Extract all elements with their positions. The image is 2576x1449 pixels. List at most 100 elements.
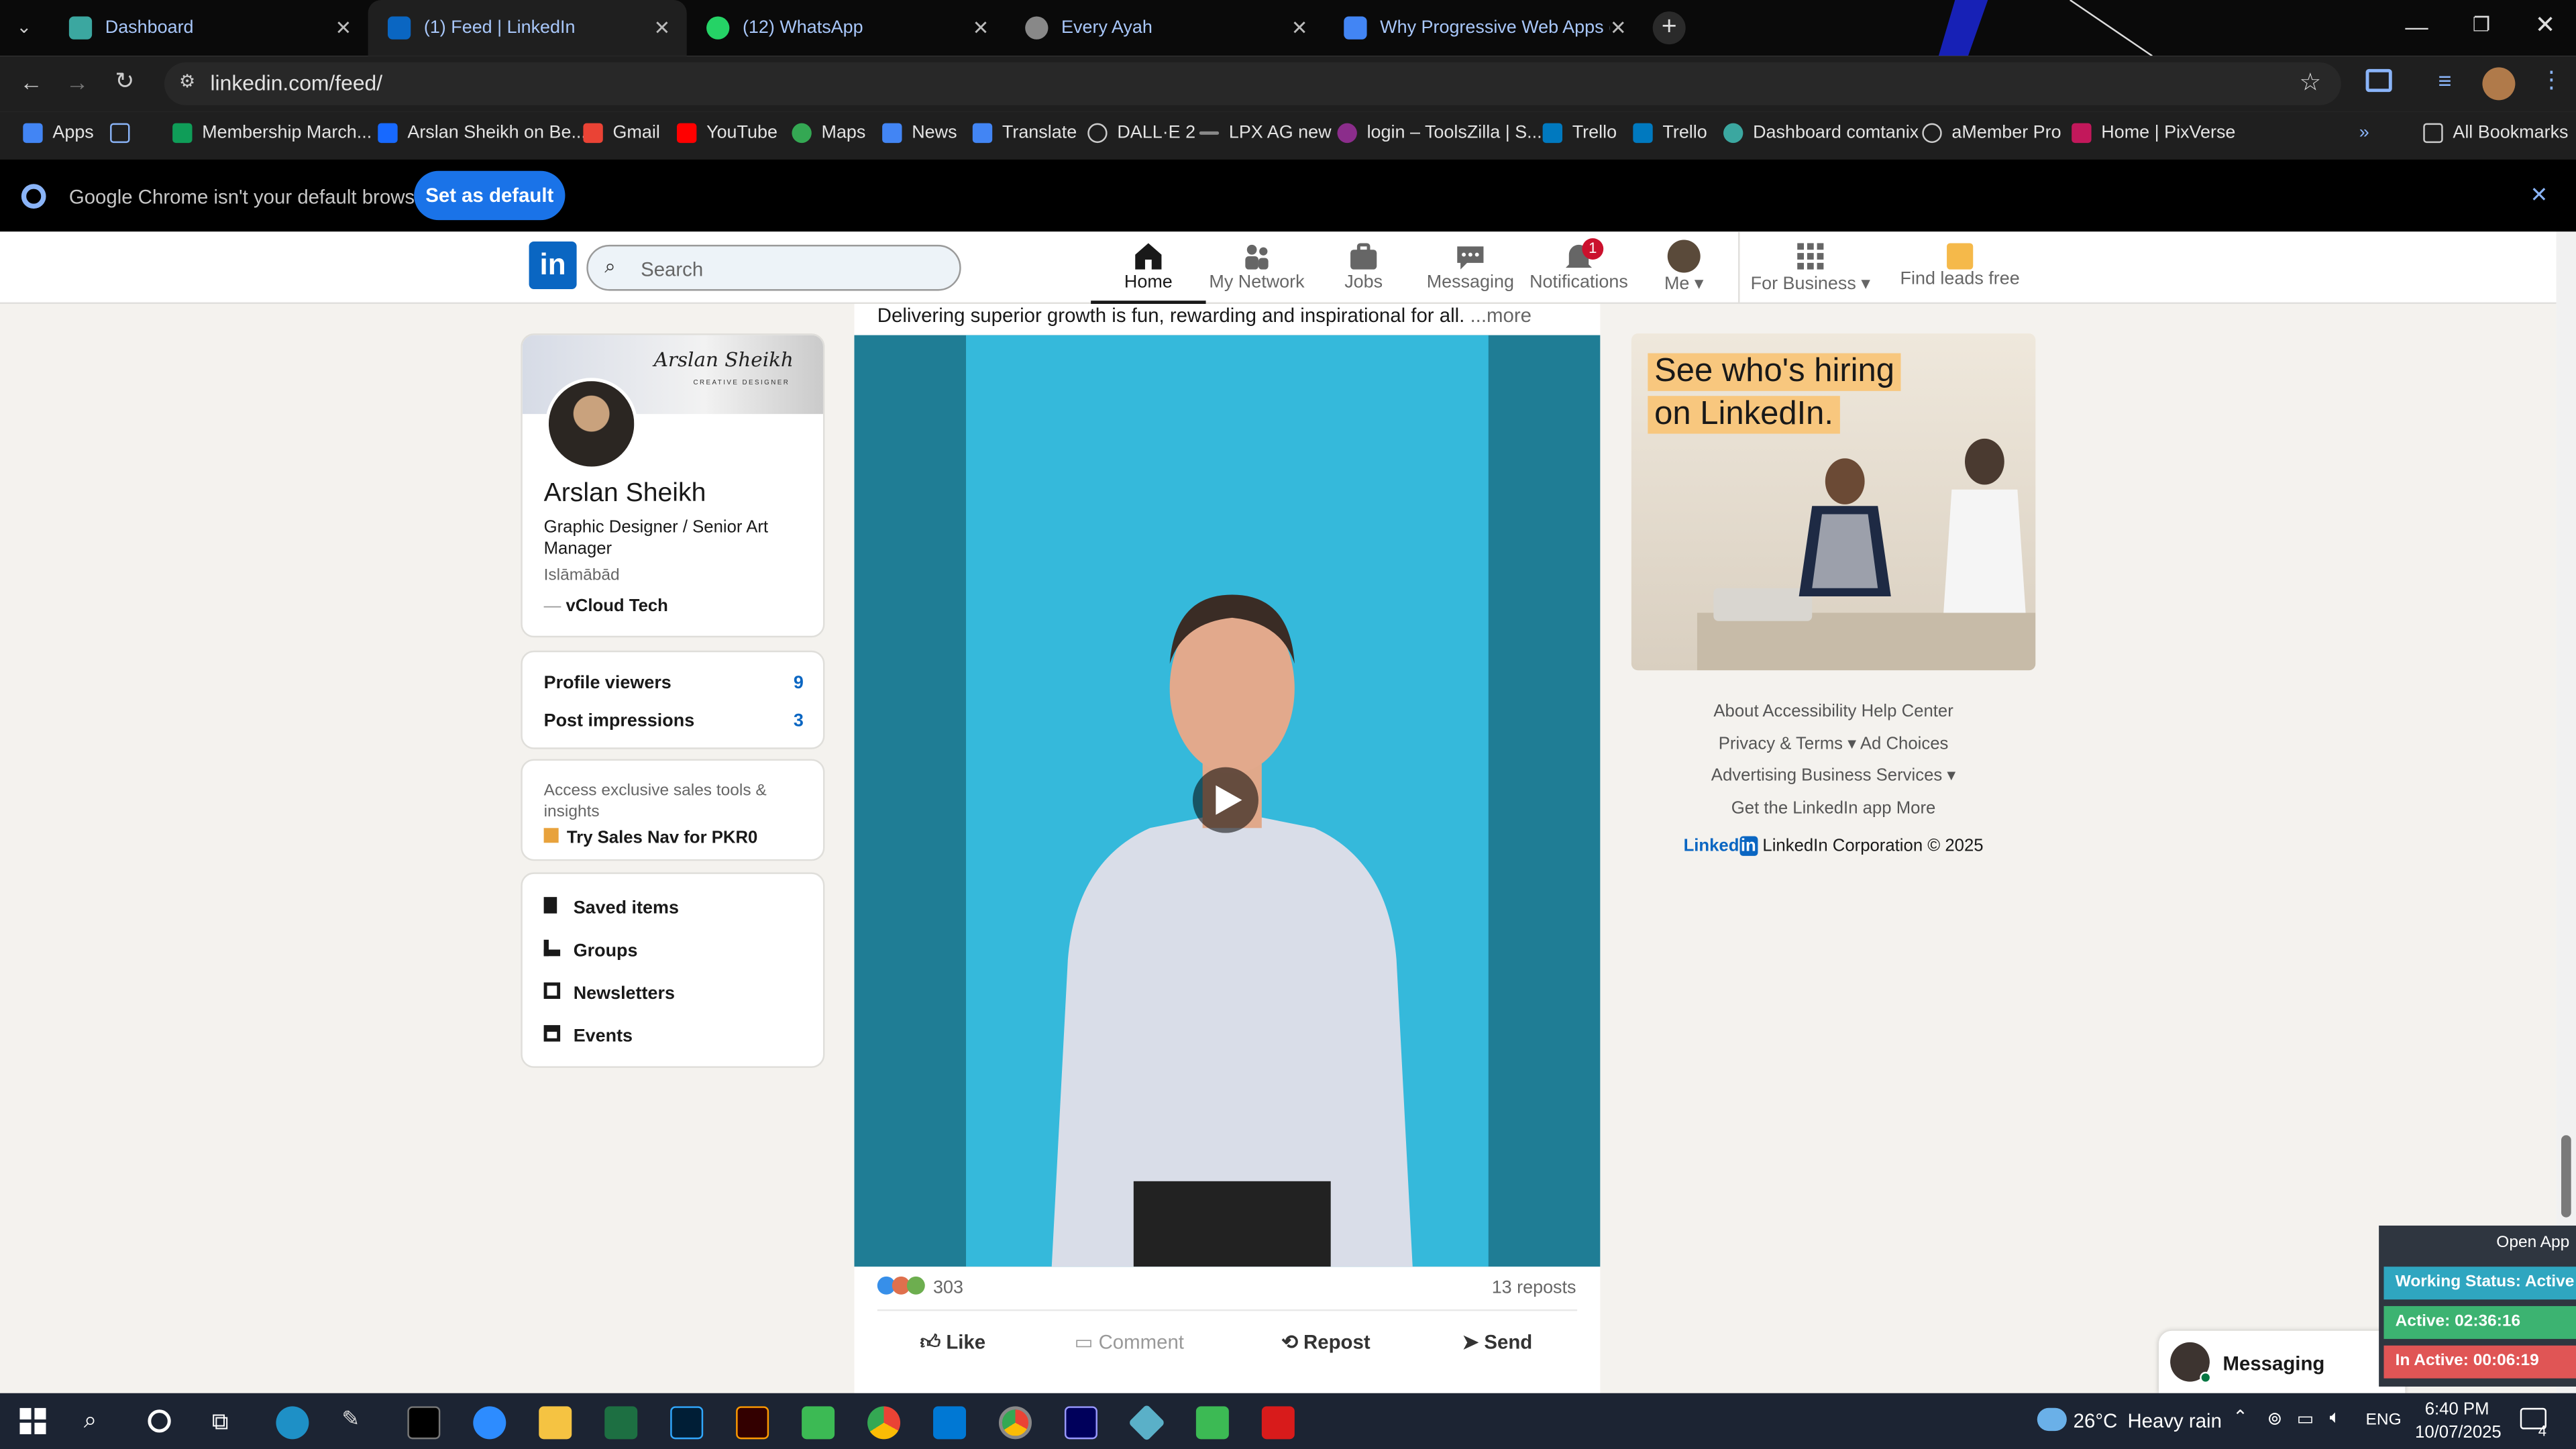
- nav-my-network[interactable]: My Network: [1199, 237, 1314, 292]
- bookmark-pixverse[interactable]: Home | PixVerse: [2072, 123, 2235, 144]
- bookmark-trello-2[interactable]: Trello: [1633, 123, 1707, 144]
- bookmark-behance[interactable]: Arslan Sheikh on Be...: [378, 123, 586, 144]
- hiring-ad[interactable]: See who's hiring on LinkedIn.: [1631, 333, 2036, 671]
- repost-button[interactable]: ⟲ Repost: [1281, 1331, 1370, 1354]
- acrobat-icon[interactable]: [1261, 1406, 1295, 1440]
- reaction-count[interactable]: 303: [933, 1278, 963, 1297]
- media-controls-icon[interactable]: ≡: [2438, 67, 2451, 93]
- close-tab-icon[interactable]: ✕: [973, 16, 989, 39]
- nav-me[interactable]: Me ▾: [1627, 237, 1741, 294]
- profile-photo[interactable]: [545, 378, 638, 470]
- nav-messaging[interactable]: Messaging: [1413, 237, 1527, 292]
- cortana-icon[interactable]: [148, 1409, 171, 1433]
- address-bar[interactable]: ⚙ linkedin.com/feed/ ☆: [164, 62, 2341, 105]
- footer-business-services-link[interactable]: Business Services: [1801, 765, 1942, 785]
- bookmark-gmail[interactable]: Gmail: [583, 123, 660, 144]
- like-button[interactable]: 👍︎ Like: [920, 1331, 985, 1356]
- close-infobar-icon[interactable]: ✕: [2530, 182, 2548, 209]
- footer-privacy-link[interactable]: Privacy & Terms: [1719, 733, 1843, 753]
- bookmark-apps[interactable]: Apps: [23, 123, 94, 144]
- saved-items-link[interactable]: Saved items: [543, 897, 679, 918]
- language-indicator[interactable]: ENG: [2366, 1411, 2402, 1430]
- excel-icon[interactable]: [604, 1406, 638, 1440]
- footer-advertising-link[interactable]: Advertising: [1711, 765, 1796, 785]
- set-as-default-button[interactable]: Set as default: [414, 170, 566, 221]
- back-icon[interactable]: ←: [19, 69, 42, 95]
- profile-name[interactable]: Arslan Sheikh: [544, 480, 706, 509]
- browser-menu-icon[interactable]: ⋮: [2540, 66, 2563, 94]
- premiere-icon[interactable]: [1064, 1406, 1097, 1440]
- close-tab-icon[interactable]: ✕: [1291, 16, 1308, 39]
- repost-count[interactable]: 13 reposts: [1492, 1278, 1576, 1297]
- clock-time[interactable]: 6:40 PM: [2425, 1400, 2489, 1419]
- bookmark-lpx[interactable]: LPX AG new: [1199, 123, 1332, 143]
- edge-icon[interactable]: [276, 1406, 309, 1440]
- close-tab-icon[interactable]: ✕: [654, 16, 671, 39]
- bookmark-translate[interactable]: Translate: [972, 123, 1077, 144]
- close-window-button[interactable]: ✕: [2535, 10, 2556, 40]
- chrome-icon[interactable]: [867, 1406, 901, 1440]
- see-more-link[interactable]: ...more: [1470, 304, 1532, 327]
- bookmark-comtanix[interactable]: Dashboard comtanix: [1723, 123, 1919, 144]
- taskbar-search-icon[interactable]: ⌕: [84, 1406, 97, 1434]
- tab-linkedin[interactable]: (1) Feed | LinkedIn ✕: [368, 0, 687, 56]
- restore-window-button[interactable]: ❐: [2473, 13, 2490, 36]
- new-tab-button[interactable]: +: [1652, 11, 1686, 45]
- task-view-icon[interactable]: ⧉: [212, 1408, 228, 1436]
- reaction-icons[interactable]: [877, 1276, 925, 1295]
- tab-pwa[interactable]: Why Progressive Web Apps (PV✕: [1324, 0, 1643, 56]
- newsletters-link[interactable]: Newsletters: [543, 982, 675, 1004]
- tab-whatsapp[interactable]: (12) WhatsApp ✕: [687, 0, 1006, 56]
- more-bookmarks-icon[interactable]: »: [2359, 123, 2369, 143]
- post-impressions-count[interactable]: 3: [794, 711, 804, 731]
- photoshop-icon[interactable]: [670, 1406, 704, 1440]
- nav-jobs[interactable]: Jobs: [1306, 237, 1421, 292]
- footer-accessibility-link[interactable]: Accessibility: [1762, 702, 1856, 721]
- post-video[interactable]: [854, 335, 1601, 1267]
- profile-viewers-label[interactable]: Profile viewers: [544, 674, 672, 693]
- close-tab-icon[interactable]: ✕: [1610, 16, 1627, 39]
- bookmark-news[interactable]: News: [882, 123, 957, 144]
- bookmark-toolszilla[interactable]: login – ToolsZilla | S...: [1337, 123, 1542, 144]
- tray-meet-icon[interactable]: ⊚: [2267, 1408, 2283, 1429]
- tab-every-ayah[interactable]: Every Ayah ✕: [1006, 0, 1324, 56]
- footer-ad-choices-link[interactable]: Ad Choices: [1860, 733, 1949, 753]
- bookmark-membership[interactable]: Membership March...: [172, 123, 372, 144]
- footer-help-center-link[interactable]: Help Center: [1862, 702, 1953, 721]
- weather-text[interactable]: Heavy rain: [2127, 1409, 2221, 1432]
- post-impressions-label[interactable]: Post impressions: [544, 711, 695, 731]
- play-button[interactable]: [1192, 767, 1258, 833]
- all-bookmarks-folder[interactable]: All Bookmarks: [2423, 123, 2569, 144]
- bookmark-youtube[interactable]: YouTube: [676, 123, 777, 144]
- tray-chevron-icon[interactable]: ⌃: [2233, 1406, 2248, 1428]
- open-app-button[interactable]: Open App: [2496, 1234, 2569, 1252]
- footer-about-link[interactable]: About: [1713, 702, 1758, 721]
- bookmark-amember[interactable]: aMember Pro: [1922, 123, 2061, 144]
- scrollbar-thumb[interactable]: [2561, 1135, 2571, 1218]
- terminal-icon[interactable]: [407, 1406, 441, 1440]
- volume-icon[interactable]: 🔈︎: [2330, 1408, 2341, 1430]
- events-link[interactable]: Events: [543, 1025, 633, 1046]
- footer-more-link[interactable]: More: [1896, 798, 1936, 817]
- comment-button[interactable]: ▭ Comment: [1075, 1331, 1184, 1354]
- send-button[interactable]: ➤ Send: [1462, 1331, 1533, 1354]
- profile-avatar[interactable]: [2482, 67, 2516, 101]
- bookmark-star-icon[interactable]: ☆: [2299, 67, 2321, 97]
- vscode-icon[interactable]: [933, 1406, 967, 1440]
- clock-date[interactable]: 10/07/2025: [2415, 1423, 2502, 1442]
- nav-for-business[interactable]: For Business ▾: [1745, 237, 1876, 294]
- green-app-icon[interactable]: [802, 1406, 835, 1440]
- page-scrollbar[interactable]: [2556, 231, 2576, 1393]
- bookmark-maps[interactable]: Maps: [792, 123, 865, 144]
- profile-company[interactable]: — vCloud Tech: [544, 596, 668, 616]
- chrome-active-icon[interactable]: [998, 1406, 1032, 1440]
- forward-icon[interactable]: →: [66, 69, 89, 95]
- footer-app-link[interactable]: Get the LinkedIn app: [1731, 798, 1892, 817]
- linkedin-logo-icon[interactable]: in: [529, 241, 577, 290]
- bookmark-trello-1[interactable]: Trello: [1542, 123, 1617, 144]
- nav-home[interactable]: Home: [1091, 237, 1206, 305]
- pen-tool-icon[interactable]: ✎: [341, 1406, 374, 1439]
- bookmark-dalle[interactable]: DALL·E 2: [1087, 123, 1195, 144]
- tab-search-icon[interactable]: ⌄: [16, 16, 32, 38]
- nav-notifications[interactable]: 1 Notifications: [1521, 237, 1636, 292]
